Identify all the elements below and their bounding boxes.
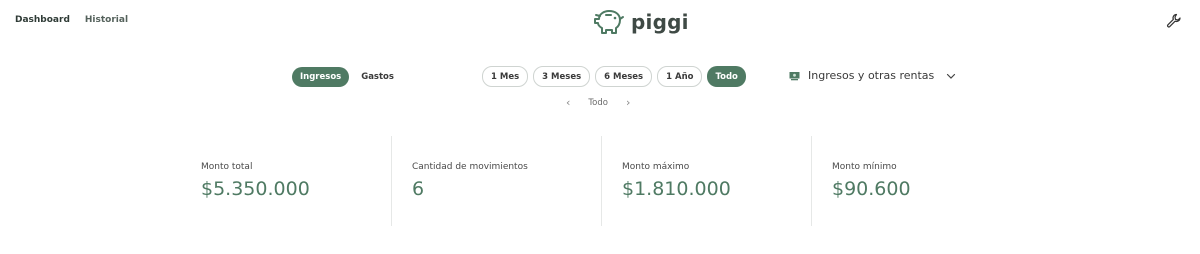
stat-monto-total: Monto total $5.350.000	[181, 136, 391, 226]
type-filter: Ingresos Gastos	[292, 67, 402, 87]
stat-label: Monto máximo	[622, 162, 690, 172]
nav-historial-link[interactable]: Historial	[85, 15, 128, 25]
range-3-meses[interactable]: 3 Meses	[533, 66, 591, 87]
piggy-bank-icon	[594, 10, 624, 34]
range-filter: 1 Mes 3 Meses 6 Meses 1 Año Todo	[482, 66, 746, 87]
top-nav: Dashboard Historial	[15, 15, 128, 25]
stat-value: $1.810.000	[622, 178, 731, 200]
period-navigator: ‹ Todo ›	[566, 96, 630, 109]
chevron-right-icon[interactable]: ›	[626, 96, 630, 109]
period-label: Todo	[588, 97, 608, 108]
stat-label: Monto mínimo	[832, 162, 897, 172]
category-select-value: Ingresos y otras rentas	[808, 69, 935, 82]
brand-logo[interactable]: piggi	[593, 8, 689, 36]
money-icon	[789, 71, 800, 80]
stat-monto-minimo: Monto mínimo $90.600	[811, 136, 1021, 226]
range-todo[interactable]: Todo	[707, 66, 746, 87]
stat-label: Cantidad de movimientos	[412, 162, 528, 172]
range-6-meses[interactable]: 6 Meses	[595, 66, 653, 87]
chevron-left-icon[interactable]: ‹	[566, 96, 570, 109]
stat-value: $90.600	[832, 178, 911, 200]
stats-panel: Monto total $5.350.000 Cantidad de movim…	[181, 136, 1021, 226]
stat-value: $5.350.000	[201, 178, 310, 200]
stat-label: Monto total	[201, 162, 253, 172]
stat-monto-maximo: Monto máximo $1.810.000	[601, 136, 811, 226]
range-1-mes[interactable]: 1 Mes	[482, 66, 529, 87]
type-filter-gastos[interactable]: Gastos	[353, 67, 402, 87]
category-select[interactable]: Ingresos y otras rentas	[789, 69, 956, 82]
stat-value: 6	[412, 178, 425, 200]
wrench-icon	[1166, 13, 1181, 28]
type-filter-ingresos[interactable]: Ingresos	[292, 67, 350, 87]
brand-name: piggi	[631, 10, 689, 34]
chevron-down-icon	[947, 73, 956, 79]
settings-button[interactable]	[1166, 13, 1182, 29]
range-1-ano[interactable]: 1 Año	[657, 66, 703, 87]
stat-cantidad-movimientos: Cantidad de movimientos 6	[391, 136, 601, 226]
nav-dashboard-link[interactable]: Dashboard	[15, 15, 70, 25]
